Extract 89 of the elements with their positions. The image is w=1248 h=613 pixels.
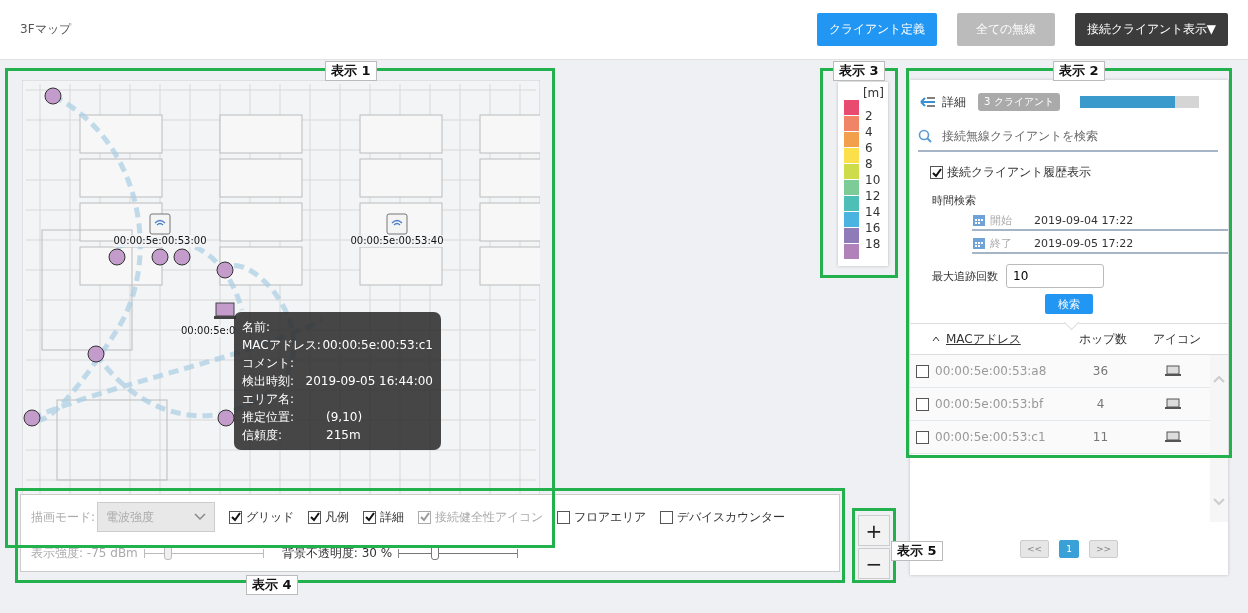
laptop-icon[interactable] [214, 302, 236, 319]
table-cell-text: 36 [1091, 364, 1110, 378]
tooltip-label: MACアドレス: [242, 336, 322, 354]
slider-label: 表示強度: -75 dBm [31, 544, 138, 562]
laptop-icon [1165, 431, 1182, 443]
checkbox-label: 詳細 [380, 508, 405, 526]
client-marker[interactable] [216, 261, 234, 279]
column-header: アイコン [1152, 330, 1202, 348]
legend-unit: [m] [862, 86, 884, 100]
collapse-icon[interactable] [920, 96, 936, 108]
tooltip-label: エリア名: [242, 390, 296, 408]
page-title: 3Fマップ [20, 21, 71, 38]
tooltip-value: 215m [326, 428, 361, 442]
checkbox[interactable] [557, 510, 571, 524]
table-cell-text: 11 [1091, 430, 1110, 444]
legend-label: 4 [865, 124, 874, 140]
calendar-icon [972, 213, 986, 227]
client-marker[interactable] [87, 345, 105, 363]
client-marker[interactable] [173, 248, 191, 266]
annotation-label: 表示 5 [891, 541, 943, 561]
sort-caret-icon[interactable] [932, 336, 940, 342]
device-label: 00:00:5e:00:53:00 [113, 235, 207, 247]
legend-label: 6 [865, 140, 874, 156]
client-count-badge: 3 クライアント [978, 93, 1060, 111]
checkbox-label: フロアエリア [574, 508, 647, 526]
legend-label: 18 [865, 236, 881, 252]
zoom-button[interactable]: + [858, 515, 890, 546]
annotation-label: 表示 4 [246, 575, 298, 595]
search-icon [918, 129, 932, 143]
checkbox-label: 接続健全性アイコン [435, 508, 544, 526]
legend-label: 8 [865, 156, 874, 172]
tooltip-value: 00:00:5e:00:53:c1 [322, 338, 433, 352]
checkbox[interactable] [308, 510, 322, 524]
tooltip-label: コメント: [242, 354, 296, 372]
checkbox[interactable] [916, 364, 929, 378]
table-cell: 00:00:5e:00:53:bf [935, 397, 1044, 411]
annotation-label: 表示 3 [833, 61, 885, 81]
legend-label: 16 [865, 220, 881, 236]
table-cell: 00:00:5e:00:53:a8 [935, 364, 1047, 378]
client-marker[interactable] [151, 248, 169, 266]
checkbox-label: グリッド [246, 508, 295, 526]
legend-label: 10 [865, 172, 881, 188]
zoom-button[interactable]: − [858, 548, 890, 579]
annotation-label: 表示 1 [325, 61, 377, 81]
time-search-label: 時間検索 [932, 193, 977, 208]
client-marker[interactable] [108, 248, 126, 266]
device-label: 00:00:5e:00:53:40 [350, 235, 444, 247]
client-marker[interactable] [23, 409, 41, 427]
column-header[interactable]: MACアドレス [946, 330, 1021, 348]
max-count-label: 最大追跡回数 [932, 268, 998, 284]
laptop-icon [1165, 365, 1182, 377]
tooltip-label: 名前: [242, 318, 272, 336]
laptop-icon [1165, 398, 1182, 410]
header-button[interactable]: 接続クライアント表示▼ [1074, 13, 1228, 46]
tooltip-label: 信頼度: [242, 426, 284, 444]
checkbox[interactable] [363, 510, 377, 524]
tooltip-value: (9,10) [326, 410, 363, 424]
access-point-icon[interactable] [386, 213, 408, 235]
panel-title: 詳細 [942, 93, 966, 111]
legend-label: 12 [865, 188, 881, 204]
checkbox[interactable] [916, 430, 929, 444]
tooltip-label: 推定位置: [242, 408, 296, 426]
checkbox[interactable] [930, 166, 943, 179]
client-marker[interactable] [44, 87, 62, 105]
calendar-icon [972, 236, 986, 250]
slider[interactable] [398, 548, 519, 558]
checkbox[interactable] [229, 510, 243, 524]
table-cell-text: 4 [1095, 397, 1106, 411]
chevron-down-icon [194, 513, 207, 521]
checkbox-label: 接続クライアント履歴表示 [947, 164, 1091, 181]
access-point-icon[interactable] [149, 213, 171, 235]
date-field[interactable]: 開始 2019-09-04 17:22 [972, 211, 1228, 231]
client-marker[interactable] [217, 409, 235, 427]
search-field[interactable]: 接続無線クライアントを検索 [940, 128, 1218, 144]
slider[interactable] [143, 548, 264, 558]
tooltip-value: 2019-09-05 16:44:00 [305, 374, 433, 388]
checkbox[interactable] [660, 510, 674, 524]
table-cell: 00:00:5e:00:53:c1 [935, 430, 1046, 444]
legend-label: 14 [865, 204, 881, 220]
column-header: ホップ数 [1078, 330, 1128, 348]
checkbox-label: 凡例 [325, 508, 350, 526]
annotation-label: 表示 2 [1053, 61, 1105, 81]
date-field[interactable]: 終了 2019-09-05 17:22 [972, 234, 1228, 254]
checkbox-label: デバイスカウンター [677, 508, 786, 526]
checkbox[interactable] [916, 397, 929, 411]
legend-label: 2 [865, 108, 874, 124]
tooltip-label: 検出時刻: [242, 372, 296, 390]
mode-label: 描画モード: [31, 508, 96, 526]
max-count-input[interactable]: 10 [1006, 264, 1104, 288]
